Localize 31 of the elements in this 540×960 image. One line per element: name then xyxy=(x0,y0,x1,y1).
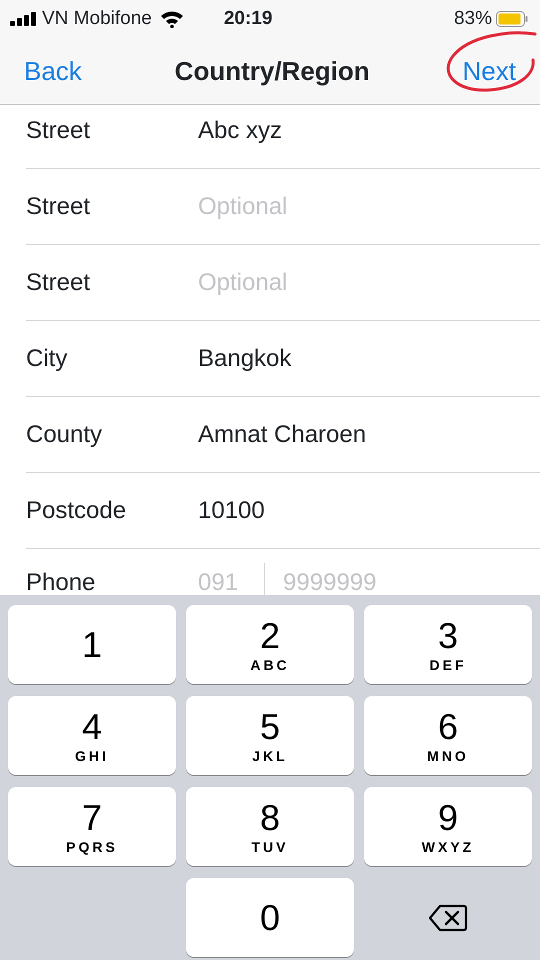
keypad-key[interactable]: 8 TUV xyxy=(186,787,354,866)
signal-icon xyxy=(10,12,38,26)
field-label: Phone xyxy=(26,568,96,595)
battery-percent: 83% xyxy=(454,6,492,31)
keypad-key[interactable]: 2 ABC xyxy=(186,605,354,684)
field-value[interactable]: Bangkok xyxy=(198,340,292,376)
keypad-key[interactable]: 9 WXYZ xyxy=(364,787,532,866)
keypad-key[interactable]: 6 MNO xyxy=(364,696,532,775)
keypad-key[interactable]: 0 xyxy=(186,878,354,957)
backspace-icon xyxy=(428,904,468,932)
keypad-key[interactable]: 3 DEF xyxy=(364,605,532,684)
battery-icon xyxy=(496,11,528,27)
carrier-name: VN Mobifone xyxy=(42,6,152,31)
field-label: Street xyxy=(26,192,92,222)
status-time: 20:19 xyxy=(224,6,272,31)
wifi-icon xyxy=(160,10,184,28)
field-label: Postcode xyxy=(26,496,128,526)
keypad-key[interactable]: 7 PQRS xyxy=(8,787,176,866)
next-button[interactable]: Next xyxy=(444,52,540,90)
field-value[interactable]: 10100 xyxy=(198,492,265,528)
field-value[interactable]: Abc xyz xyxy=(198,112,282,148)
keypad-key[interactable]: 4 GHI xyxy=(8,696,176,775)
field-value[interactable]: Amnat Charoen xyxy=(198,416,366,452)
back-button[interactable]: Back xyxy=(0,52,100,90)
keypad-key[interactable]: 5 JKL xyxy=(186,696,354,775)
field-label: Street xyxy=(26,268,92,298)
field-label: Street xyxy=(26,116,92,146)
field-label: County xyxy=(26,420,104,450)
page-title: Country/Region xyxy=(174,54,370,88)
field-label: City xyxy=(26,344,68,374)
keypad-key[interactable]: 1 xyxy=(8,605,176,684)
